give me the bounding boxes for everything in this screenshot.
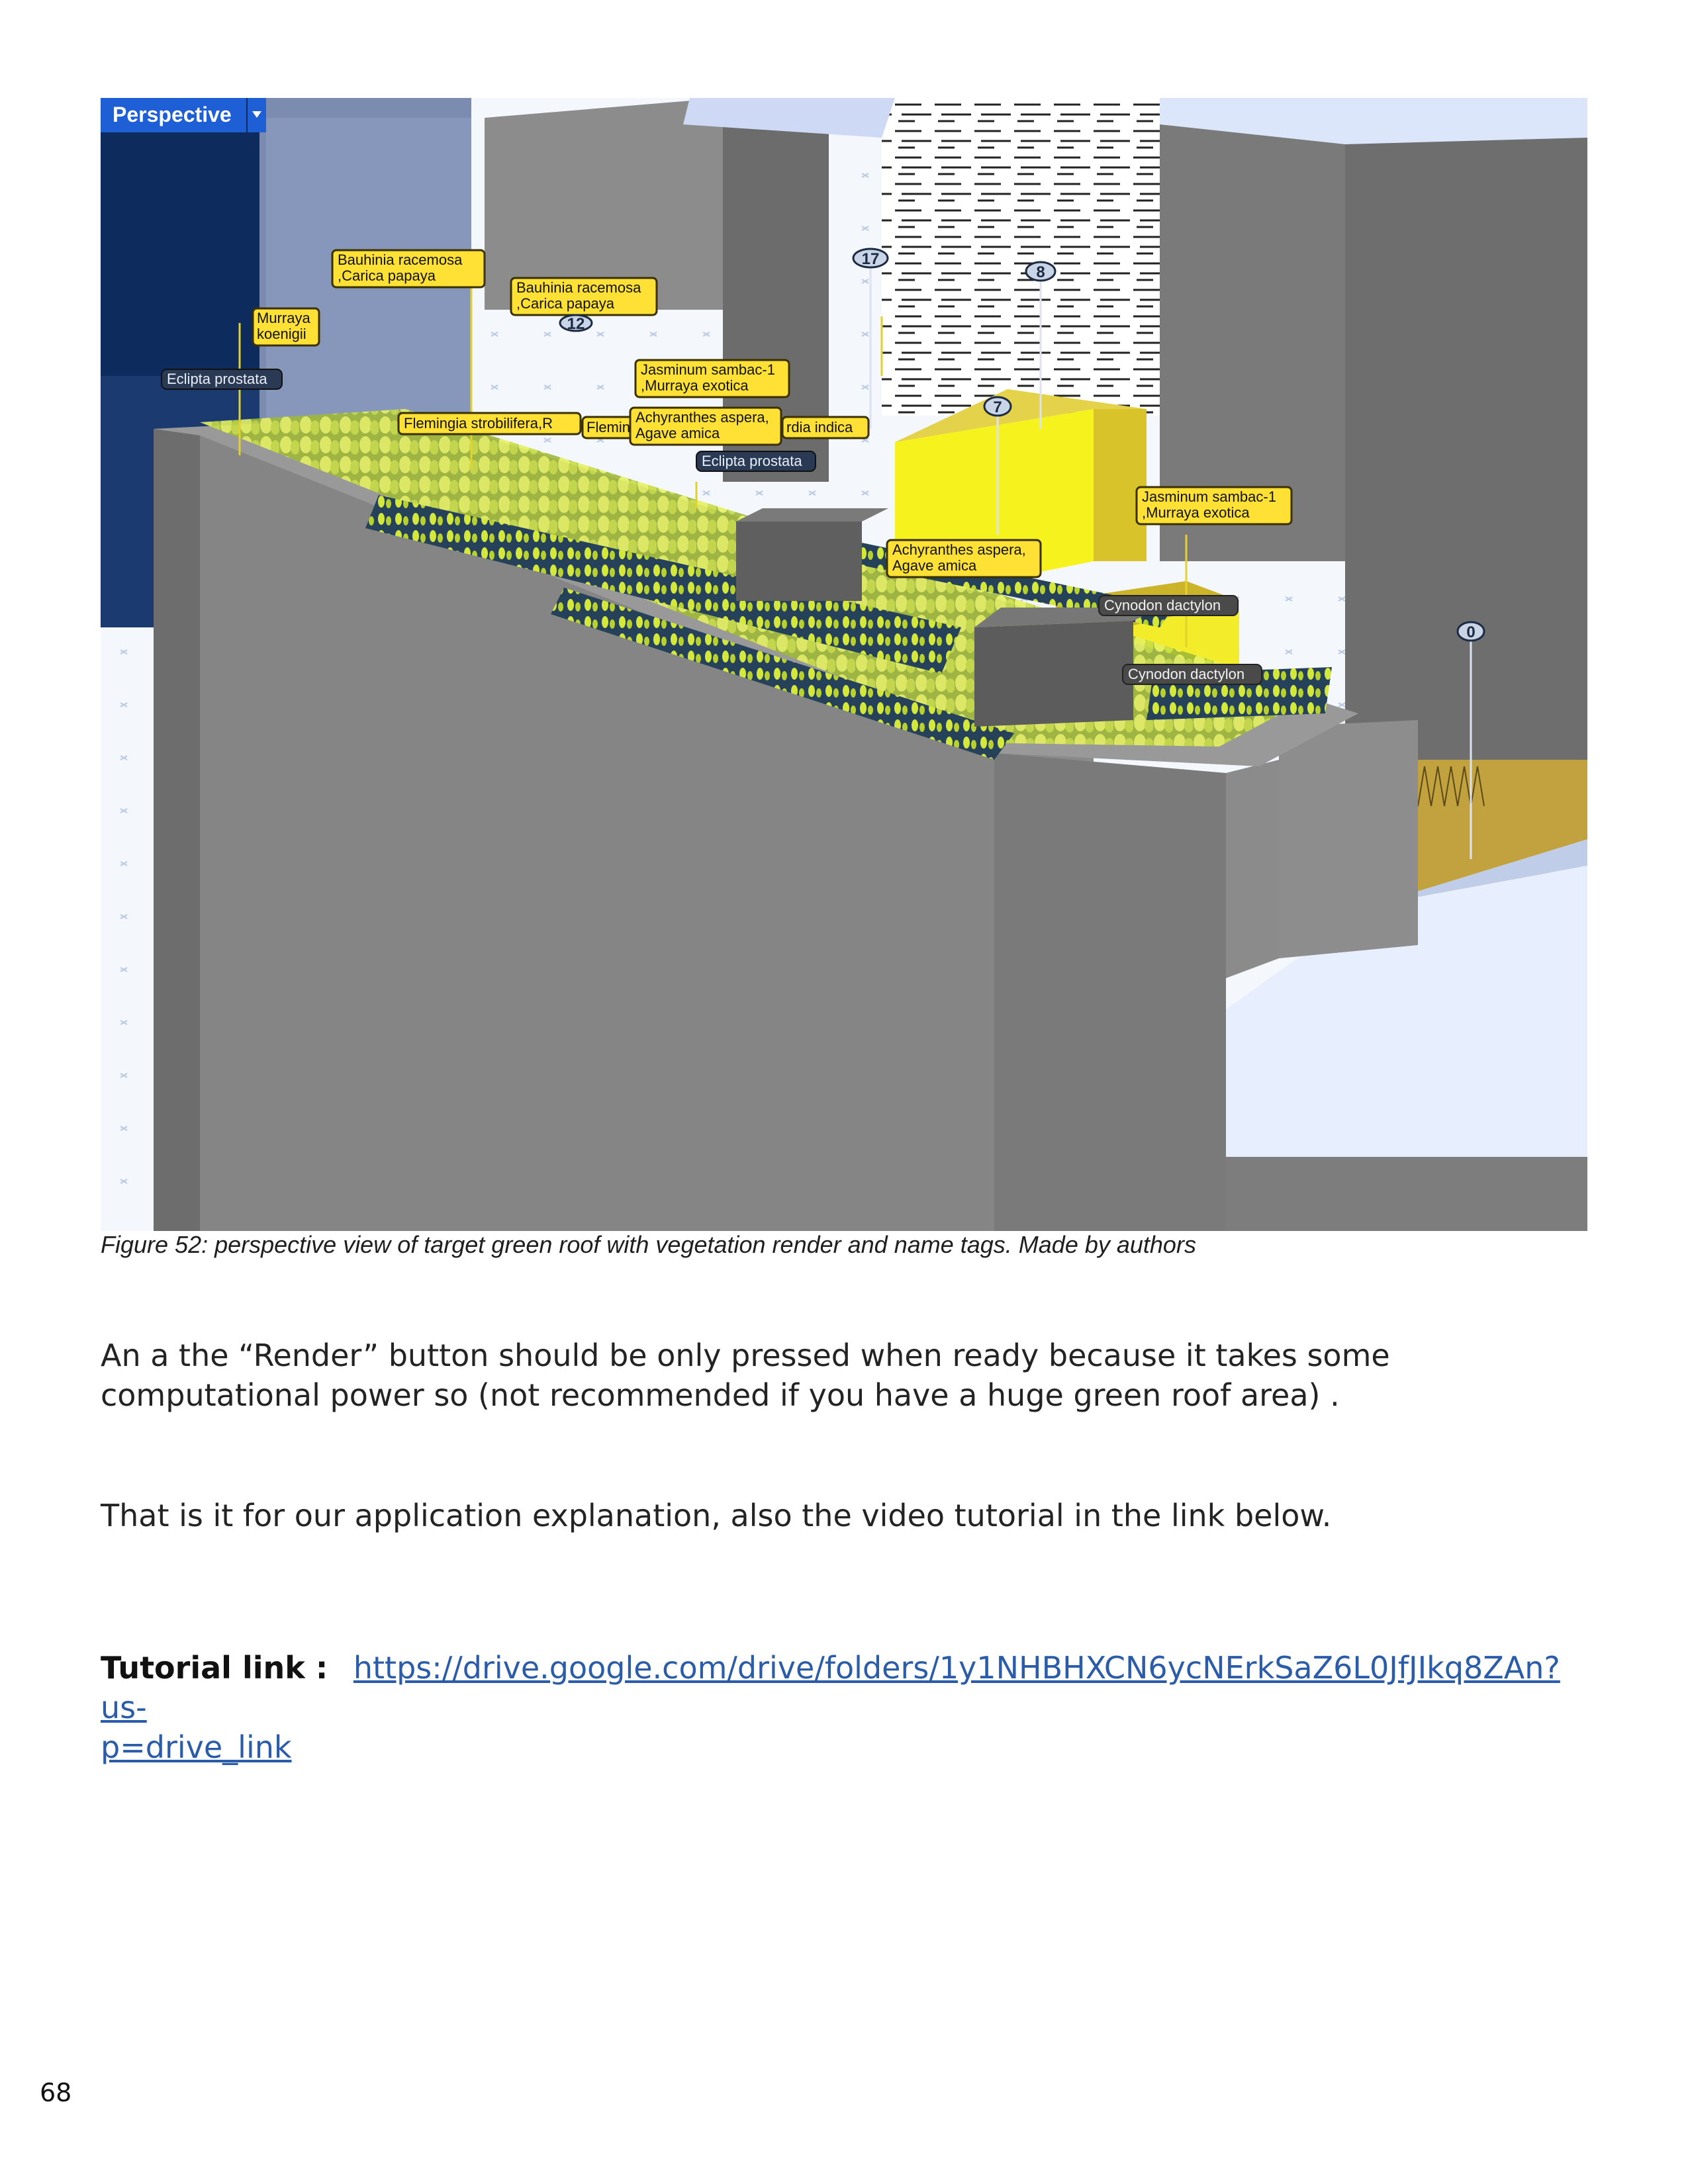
tag-line: Eclipta prostata bbox=[702, 453, 802, 469]
tag-line: Flemin bbox=[586, 419, 630, 435]
paragraph-render-note: An a the “Render” button should be only … bbox=[101, 1338, 1390, 1413]
vegetation-tag: Flemin bbox=[581, 416, 637, 439]
tag-line: koenigii bbox=[257, 326, 306, 342]
vegetation-tag: Achyranthes aspera, Agave amica bbox=[629, 406, 782, 446]
vegetation-tag: rdia indica bbox=[781, 416, 870, 439]
tutorial-link-line-2: p=drive_link bbox=[101, 1729, 292, 1765]
perspective-viewport-image: Bauhinia racemosa ,Carica papaya Bauhini… bbox=[101, 98, 1587, 1231]
tag-line: Flemingia strobilifera,R bbox=[404, 415, 553, 432]
tag-line: Jasminum sambac-1 bbox=[1142, 488, 1276, 505]
tag-line: rdia indica bbox=[786, 419, 853, 435]
vegetation-tag: Eclipta prostata bbox=[696, 451, 816, 472]
svg-text:8: 8 bbox=[1036, 263, 1045, 281]
vegetation-tag: Achyranthes aspera, Agave amica bbox=[886, 539, 1042, 578]
vegetation-tag: Murraya koenigii bbox=[252, 307, 320, 347]
tag-line: ,Murraya exotica bbox=[1142, 504, 1250, 521]
vegetation-tag: Jasminum sambac-1 ,Murraya exotica bbox=[634, 359, 790, 398]
tag-line: ,Murraya exotica bbox=[641, 377, 749, 394]
point-marker: 7 bbox=[983, 396, 1012, 417]
tutorial-link-block: Tutorial link : https://drive.google.com… bbox=[101, 1648, 1597, 1767]
point-marker: 0 bbox=[1456, 621, 1485, 642]
svg-text:Perspective: Perspective bbox=[113, 103, 232, 126]
vegetation-tag: Eclipta prostata bbox=[161, 369, 283, 390]
vegetation-tag: Cynodon dactylon bbox=[1122, 664, 1262, 685]
vegetation-tag: Flemingia strobilifera,R bbox=[397, 412, 582, 435]
svg-text:12: 12 bbox=[567, 315, 585, 333]
tag-line: Cynodon dactylon bbox=[1104, 597, 1221, 614]
tutorial-link-label: Tutorial link : bbox=[101, 1650, 328, 1686]
svg-text:17: 17 bbox=[862, 250, 880, 268]
vegetation-tag: Jasminum sambac-1 ,Murraya exotica bbox=[1135, 486, 1293, 525]
tag-line: Bauhinia racemosa bbox=[338, 251, 463, 268]
tag-line: Achyranthes aspera, bbox=[635, 409, 769, 426]
tag-line: Agave amica bbox=[635, 425, 720, 441]
tag-line: Agave amica bbox=[892, 557, 977, 574]
tag-line: ,Carica papaya bbox=[338, 267, 436, 284]
point-marker: 17 bbox=[852, 248, 889, 269]
vegetation-tag: Bauhinia racemosa ,Carica papaya bbox=[331, 249, 486, 289]
tag-line: Murraya bbox=[257, 310, 310, 326]
svg-text:7: 7 bbox=[993, 398, 1002, 416]
tag-line: Cynodon dactylon bbox=[1128, 666, 1244, 682]
tag-line: Eclipta prostata bbox=[167, 371, 267, 387]
viewport-label[interactable]: Perspective bbox=[101, 98, 266, 132]
tag-line: Bauhinia racemosa bbox=[516, 279, 641, 296]
point-marker: 8 bbox=[1025, 261, 1056, 282]
tag-line: Achyranthes aspera, bbox=[892, 541, 1026, 558]
page-number: 68 bbox=[40, 2078, 72, 2107]
tag-line: Jasminum sambac-1 bbox=[641, 361, 775, 378]
vegetation-tag: Bauhinia racemosa ,Carica papaya bbox=[510, 277, 658, 316]
paragraph-conclusion: That is it for our application explanati… bbox=[101, 1498, 1332, 1533]
figure-caption: Figure 52: perspective view of target gr… bbox=[101, 1231, 1196, 1258]
tag-line: ,Carica papaya bbox=[516, 295, 615, 312]
svg-text:0: 0 bbox=[1466, 623, 1475, 641]
vegetation-tag: Cynodon dactylon bbox=[1098, 595, 1239, 616]
